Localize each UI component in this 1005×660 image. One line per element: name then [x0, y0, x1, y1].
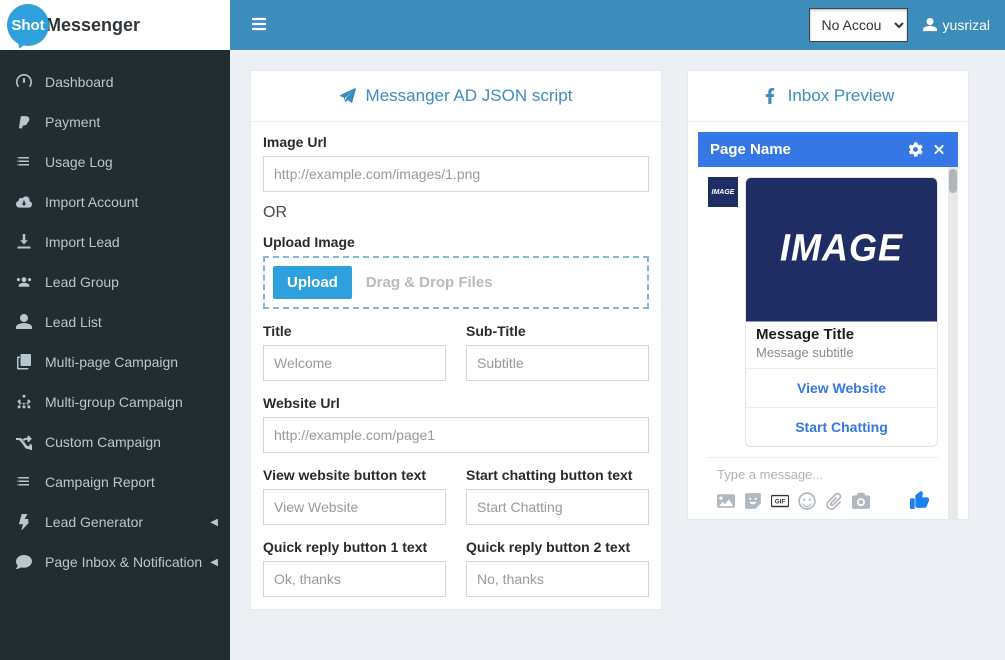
sidebar-item-label: Multi-page Campaign — [45, 354, 178, 370]
card-subtitle: Message subtitle — [756, 345, 927, 360]
inbox-preview-panel: Inbox Preview Page Name IMAGE IMAGE — [687, 70, 969, 520]
logo-messenger-text: Messenger — [46, 15, 140, 36]
or-text: OR — [263, 204, 649, 222]
qr1-input[interactable] — [263, 561, 446, 597]
title-label: Title — [263, 323, 446, 339]
sidebar-item-label: Custom Campaign — [45, 434, 161, 450]
gif-icon[interactable] — [771, 492, 789, 510]
logo-shot-text: Shot — [11, 17, 44, 34]
close-icon[interactable] — [931, 142, 946, 157]
sidebar-item-label: Usage Log — [45, 154, 113, 170]
chat-button-input[interactable] — [466, 489, 649, 525]
message-card: IMAGE Message Title Message subtitle Vie… — [745, 177, 938, 447]
emoji-icon[interactable] — [798, 492, 816, 510]
sidebar: Dashboard Payment Usage Log Import Accou… — [0, 50, 230, 660]
username: yusrizal — [943, 17, 990, 33]
sidebar-item-dashboard[interactable]: Dashboard — [0, 62, 230, 102]
compose-area: Type a message... — [708, 457, 938, 519]
plane-icon — [340, 88, 356, 104]
sidebar-item-label: Import Account — [45, 194, 138, 210]
sidebar-item-label: Payment — [45, 114, 100, 130]
copy-icon — [15, 354, 33, 370]
attach-icon[interactable] — [825, 492, 843, 510]
subtitle-label: Sub-Title — [466, 323, 649, 339]
like-icon[interactable] — [910, 490, 929, 509]
comment-icon — [15, 554, 33, 570]
chat-button-label: Start chatting button text — [466, 467, 649, 483]
page-name: Page Name — [710, 141, 791, 158]
preview-title: Inbox Preview — [788, 86, 895, 106]
qr2-label: Quick reply button 2 text — [466, 539, 649, 555]
sticker-icon[interactable] — [744, 492, 762, 510]
chevron-left-icon: ◀ — [210, 557, 218, 568]
qr1-label: Quick reply button 1 text — [263, 539, 446, 555]
sitemap-icon — [15, 394, 33, 410]
website-input[interactable] — [263, 417, 649, 453]
bolt-icon — [15, 514, 33, 530]
list-icon — [15, 474, 33, 490]
chevron-left-icon: ◀ — [210, 517, 218, 528]
sidebar-item-lead-group[interactable]: Lead Group — [0, 262, 230, 302]
qr2-input[interactable] — [466, 561, 649, 597]
cloud-down-icon — [15, 194, 33, 210]
users-icon — [15, 274, 33, 290]
upload-label: Upload Image — [263, 234, 649, 250]
sidebar-item-label: Page Inbox & Notification — [45, 554, 202, 570]
ad-json-panel: Messanger AD JSON script Image Url OR Up… — [250, 70, 662, 610]
card-title: Message Title — [756, 326, 927, 343]
upload-button[interactable]: Upload — [273, 266, 352, 299]
user-icon — [15, 314, 33, 330]
account-select[interactable]: No Accou — [809, 8, 908, 42]
sidebar-item-payment[interactable]: Payment — [0, 102, 230, 142]
dnd-text: Drag & Drop Files — [366, 274, 493, 291]
scrollbar[interactable] — [949, 169, 957, 193]
card-image: IMAGE — [746, 177, 937, 322]
image-url-label: Image Url — [263, 134, 649, 150]
title-input[interactable] — [263, 345, 446, 381]
sidebar-item-label: Lead List — [45, 314, 102, 330]
sidebar-item-lead-generator[interactable]: Lead Generator ◀ — [0, 502, 230, 542]
upload-dropzone[interactable]: Upload Drag & Drop Files — [263, 256, 649, 309]
view-button-label: View website button text — [263, 467, 446, 483]
sidebar-item-label: Lead Group — [45, 274, 119, 290]
brand-logo[interactable]: Shot Messenger — [0, 0, 230, 50]
sidebar-item-campaign-report[interactable]: Campaign Report — [0, 462, 230, 502]
sidebar-item-label: Multi-group Campaign — [45, 394, 183, 410]
view-button-input[interactable] — [263, 489, 446, 525]
sidebar-item-label: Import Lead — [45, 234, 120, 250]
sidebar-item-custom-campaign[interactable]: Custom Campaign — [0, 422, 230, 462]
sidebar-item-multi-group-campaign[interactable]: Multi-group Campaign — [0, 382, 230, 422]
compose-input[interactable]: Type a message... — [717, 465, 929, 490]
dashboard-icon — [15, 74, 33, 90]
sidebar-item-label: Lead Generator — [45, 514, 143, 530]
start-chatting-button[interactable]: Start Chatting — [746, 407, 937, 446]
view-website-button[interactable]: View Website — [746, 368, 937, 407]
facebook-icon — [762, 88, 778, 104]
subtitle-input[interactable] — [466, 345, 649, 381]
website-label: Website Url — [263, 395, 649, 411]
sidebar-item-usage-log[interactable]: Usage Log — [0, 142, 230, 182]
avatar: IMAGE — [708, 177, 738, 207]
random-icon — [15, 434, 33, 450]
sidebar-item-label: Dashboard — [45, 74, 114, 90]
inbox-header: Page Name — [698, 132, 958, 167]
gear-icon[interactable] — [908, 142, 923, 157]
panel-title: Messanger AD JSON script — [366, 86, 573, 106]
sidebar-item-label: Campaign Report — [45, 474, 155, 490]
image-url-input[interactable] — [263, 156, 649, 192]
user-menu[interactable]: yusrizal — [923, 17, 990, 33]
sidebar-item-multi-page-campaign[interactable]: Multi-page Campaign — [0, 342, 230, 382]
user-icon — [923, 18, 937, 32]
sidebar-item-page-inbox-notification[interactable]: Page Inbox & Notification ◀ — [0, 542, 230, 582]
sidebar-item-lead-list[interactable]: Lead List — [0, 302, 230, 342]
sidebar-item-import-lead[interactable]: Import Lead — [0, 222, 230, 262]
image-icon[interactable] — [717, 492, 735, 510]
download-icon — [15, 234, 33, 250]
sidebar-item-import-account[interactable]: Import Account — [0, 182, 230, 222]
paypal-icon — [15, 114, 33, 130]
sidebar-toggle[interactable] — [245, 10, 273, 41]
list-icon — [15, 154, 33, 170]
camera-icon[interactable] — [852, 492, 870, 510]
